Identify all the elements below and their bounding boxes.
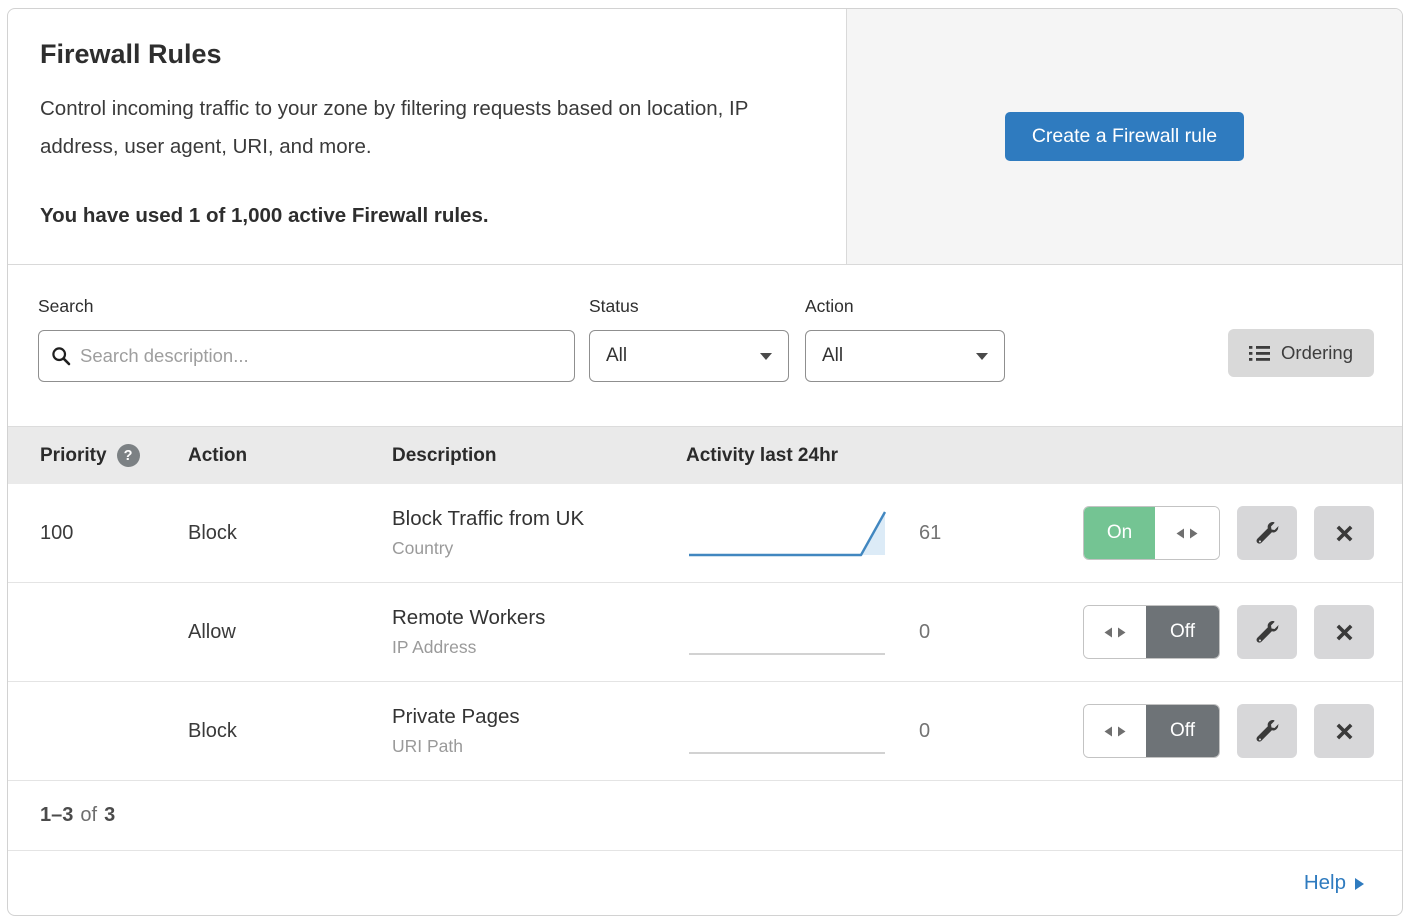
triangle-right-icon xyxy=(1355,878,1364,890)
search-box xyxy=(38,330,575,382)
drag-handle-icon xyxy=(1175,527,1199,540)
action-label: Action xyxy=(805,296,1005,317)
status-group: Status All xyxy=(589,296,789,382)
search-label: Search xyxy=(38,296,575,317)
edit-rule-button[interactable] xyxy=(1237,506,1297,560)
action-selected-value: All xyxy=(822,345,976,367)
help-link-label: Help xyxy=(1304,871,1346,895)
chevron-down-icon xyxy=(760,353,772,360)
table-header-row: Priority ? Action Description Activity l… xyxy=(8,426,1402,484)
activity-sparkline xyxy=(686,703,891,759)
rule-enabled-toggle[interactable]: On xyxy=(1083,506,1220,560)
rule-match-type: URI Path xyxy=(392,736,686,757)
description-cell: Remote Workers IP Address xyxy=(392,606,686,658)
toggle-handle xyxy=(1155,507,1219,559)
drag-handle-icon xyxy=(1103,725,1127,738)
activity-sparkline xyxy=(686,604,891,660)
page-header: Firewall Rules Control incoming traffic … xyxy=(8,9,1402,265)
delete-rule-button[interactable] xyxy=(1314,506,1374,560)
delete-rule-button[interactable] xyxy=(1314,704,1374,758)
drag-handle-icon xyxy=(1103,626,1127,639)
column-header-description: Description xyxy=(392,445,686,467)
pagination-bar: 1–3 of 3 xyxy=(8,781,1402,851)
page-title: Firewall Rules xyxy=(40,39,806,70)
description-cell: Private Pages URI Path xyxy=(392,705,686,757)
x-icon xyxy=(1335,722,1354,741)
filters-bar: Search Status All Action All xyxy=(8,265,1402,426)
firewall-rules-card: Firewall Rules Control incoming traffic … xyxy=(7,8,1403,916)
priority-header-label: Priority xyxy=(40,445,107,467)
rule-name: Block Traffic from UK xyxy=(392,507,686,531)
search-input[interactable] xyxy=(80,345,562,367)
status-select[interactable]: All xyxy=(589,330,789,382)
wrench-icon xyxy=(1256,621,1279,644)
column-header-priority: Priority ? xyxy=(40,444,188,467)
table-row: Allow Remote Workers IP Address 0 Off xyxy=(8,583,1402,682)
create-firewall-rule-button[interactable]: Create a Firewall rule xyxy=(1005,112,1244,161)
activity-sparkline xyxy=(686,505,891,561)
rule-enabled-toggle[interactable]: Off xyxy=(1083,605,1220,659)
ordering-button[interactable]: Ordering xyxy=(1228,329,1374,377)
activity-cell: 61 On xyxy=(686,505,1402,561)
table-row: Block Private Pages URI Path 0 Off xyxy=(8,682,1402,781)
table-row: 100 Block Block Traffic from UK Country … xyxy=(8,484,1402,583)
status-selected-value: All xyxy=(606,345,760,367)
create-rule-panel: Create a Firewall rule xyxy=(846,9,1402,264)
delete-rule-button[interactable] xyxy=(1314,605,1374,659)
pagination-of-text: of xyxy=(80,804,97,827)
x-icon xyxy=(1335,524,1354,543)
wrench-icon xyxy=(1256,720,1279,743)
status-label: Status xyxy=(589,296,789,317)
pagination-range: 1–3 xyxy=(40,804,73,827)
rule-name: Remote Workers xyxy=(392,606,686,630)
toggle-handle xyxy=(1084,606,1146,658)
action-select[interactable]: All xyxy=(805,330,1005,382)
column-header-action: Action xyxy=(188,445,392,467)
edit-rule-button[interactable] xyxy=(1237,605,1297,659)
list-ordering-icon xyxy=(1249,345,1270,362)
toggle-on-label: On xyxy=(1084,507,1155,559)
activity-count: 0 xyxy=(919,621,955,644)
page-description: Control incoming traffic to your zone by… xyxy=(40,90,806,166)
rule-match-type: IP Address xyxy=(392,637,686,658)
pagination-total: 3 xyxy=(104,804,115,827)
activity-count: 61 xyxy=(919,522,955,545)
toggle-off-label: Off xyxy=(1146,606,1219,658)
rule-enabled-toggle[interactable]: Off xyxy=(1083,704,1220,758)
description-cell: Block Traffic from UK Country xyxy=(392,507,686,559)
search-icon xyxy=(51,346,71,366)
x-icon xyxy=(1335,623,1354,642)
activity-count: 0 xyxy=(919,720,955,743)
wrench-icon xyxy=(1256,522,1279,545)
usage-note: You have used 1 of 1,000 active Firewall… xyxy=(40,204,806,228)
action-cell: Block xyxy=(188,522,392,545)
header-text-block: Firewall Rules Control incoming traffic … xyxy=(8,9,846,264)
toggle-handle xyxy=(1084,705,1146,757)
search-group: Search xyxy=(38,296,575,382)
edit-rule-button[interactable] xyxy=(1237,704,1297,758)
action-group: Action All xyxy=(805,296,1005,382)
rule-match-type: Country xyxy=(392,538,686,559)
activity-cell: 0 Off xyxy=(686,703,1402,759)
action-cell: Allow xyxy=(188,621,392,644)
column-header-activity: Activity last 24hr xyxy=(686,445,1402,467)
action-cell: Block xyxy=(188,720,392,743)
chevron-down-icon xyxy=(976,353,988,360)
toggle-off-label: Off xyxy=(1146,705,1219,757)
activity-cell: 0 Off xyxy=(686,604,1402,660)
priority-cell: 100 xyxy=(40,522,188,545)
help-link[interactable]: Help xyxy=(1304,871,1364,895)
priority-help-icon[interactable]: ? xyxy=(117,444,140,467)
rule-name: Private Pages xyxy=(392,705,686,729)
help-bar: Help xyxy=(8,851,1402,914)
ordering-button-label: Ordering xyxy=(1281,342,1353,364)
